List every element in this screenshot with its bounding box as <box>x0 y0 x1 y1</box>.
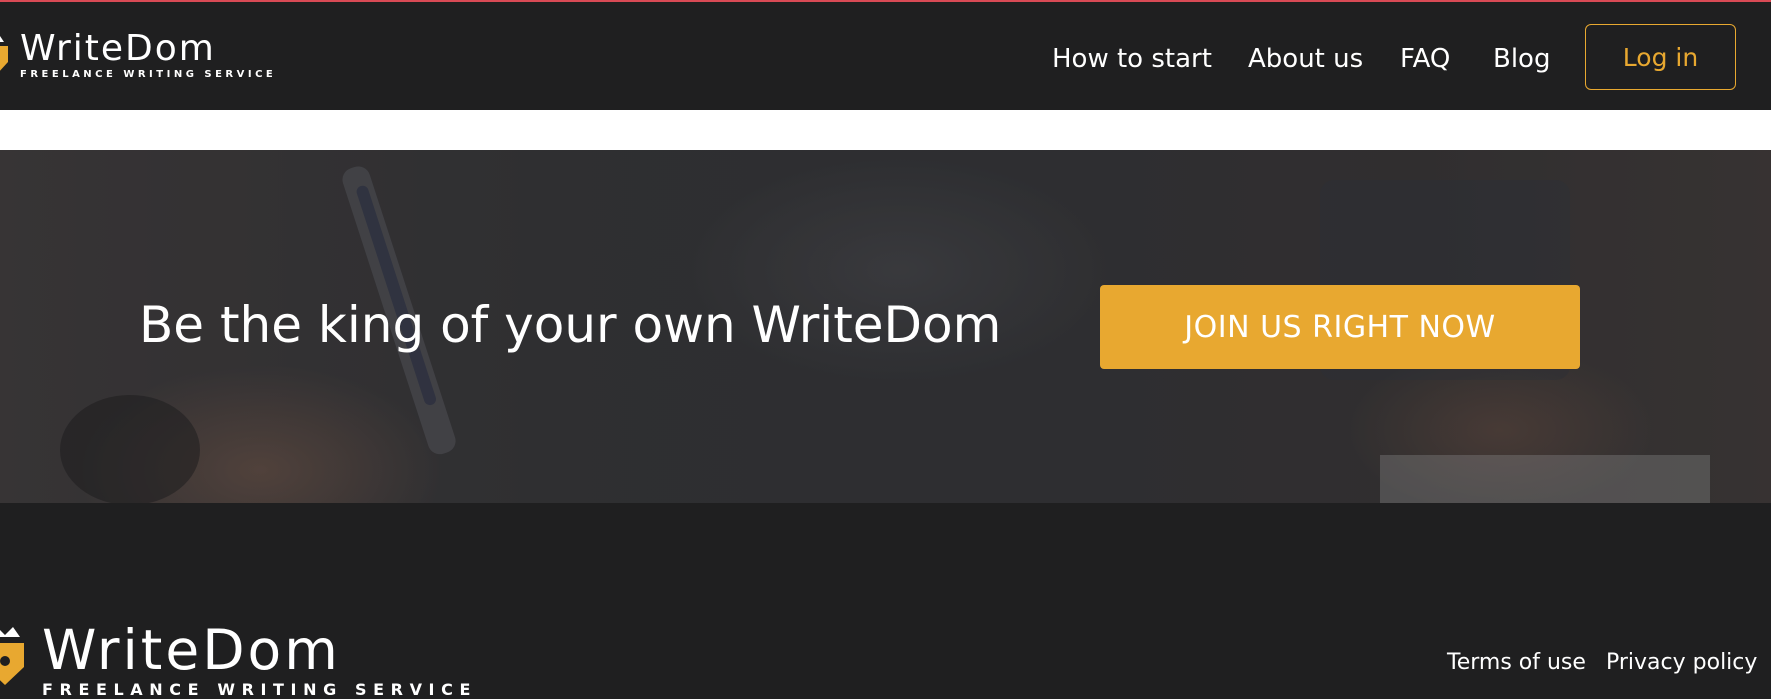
logo-name: WriteDom <box>20 28 216 69</box>
nav-how-to-start[interactable]: How to start <box>1052 44 1212 74</box>
crowned-pen-nib-icon <box>0 36 8 71</box>
join-us-button[interactable]: JOIN US RIGHT NOW <box>1100 285 1580 369</box>
nav-about-us[interactable]: About us <box>1248 44 1363 74</box>
header-logo[interactable]: WriteDom FREELANCE WRITING SERVICE <box>0 28 273 88</box>
nav-blog[interactable]: Blog <box>1493 44 1550 74</box>
login-button[interactable]: Log in <box>1585 24 1736 90</box>
site-header: WriteDom FREELANCE WRITING SERVICE How t… <box>0 0 1771 110</box>
hero-banner: Be the king of your own WriteDom JOIN US… <box>0 150 1771 503</box>
header-spacer <box>0 110 1771 150</box>
footer-logo[interactable]: WriteDom FREELANCE WRITING SERVICE <box>0 618 470 699</box>
crowned-pen-nib-icon <box>0 627 24 685</box>
privacy-policy-link[interactable]: Privacy policy <box>1606 650 1757 675</box>
nav-faq[interactable]: FAQ <box>1400 44 1450 74</box>
logo-tagline: FREELANCE WRITING SERVICE <box>20 69 277 80</box>
terms-of-use-link[interactable]: Terms of use <box>1447 650 1586 675</box>
hero-title: Be the king of your own WriteDom <box>139 296 1002 354</box>
logo-tagline: FREELANCE WRITING SERVICE <box>42 680 477 699</box>
logo-name: WriteDom <box>42 618 341 682</box>
